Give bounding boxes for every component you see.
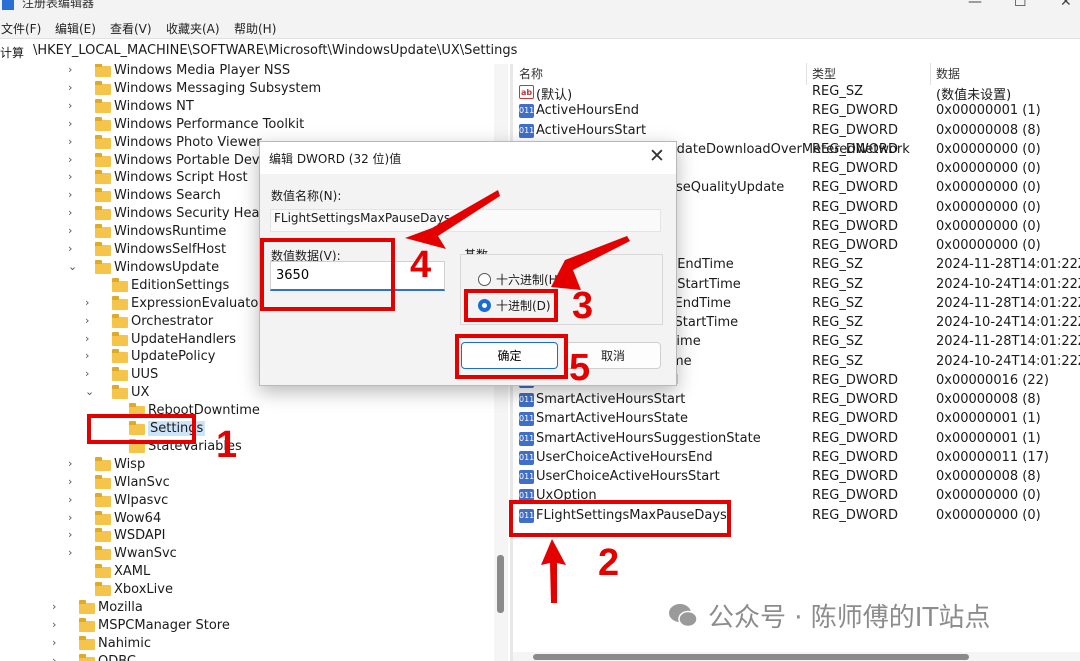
arrow-to-value-data-icon (405, 190, 500, 249)
watermark-text: 公众号 · 陈师傅的IT站点 (708, 603, 991, 633)
annotation-arrows (405, 190, 630, 603)
wechat-icon (669, 604, 698, 628)
arrow-to-decimal-radio-icon (551, 236, 630, 290)
arrow-to-new-value-icon (541, 539, 566, 603)
